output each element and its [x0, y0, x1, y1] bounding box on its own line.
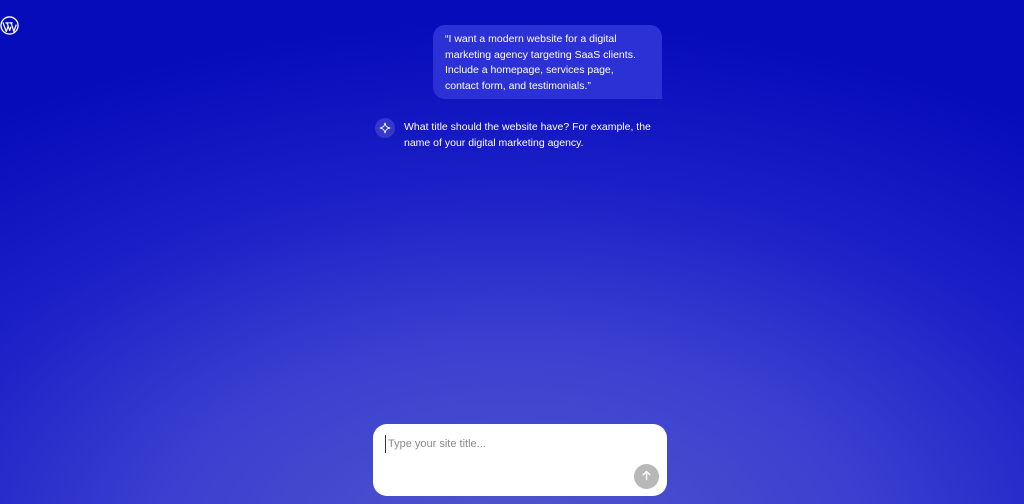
assistant-message-text: What title should the website have? For … [404, 121, 651, 149]
user-message-text: “I want a modern website for a digital m… [445, 33, 636, 92]
sparkle-icon [375, 118, 395, 138]
message-composer [373, 424, 667, 496]
arrow-up-icon [641, 468, 652, 486]
site-title-input[interactable] [385, 435, 628, 453]
wordpress-logo-icon[interactable] [0, 16, 19, 35]
user-message-bubble: “I want a modern website for a digital m… [433, 25, 662, 99]
send-button[interactable] [634, 464, 659, 489]
